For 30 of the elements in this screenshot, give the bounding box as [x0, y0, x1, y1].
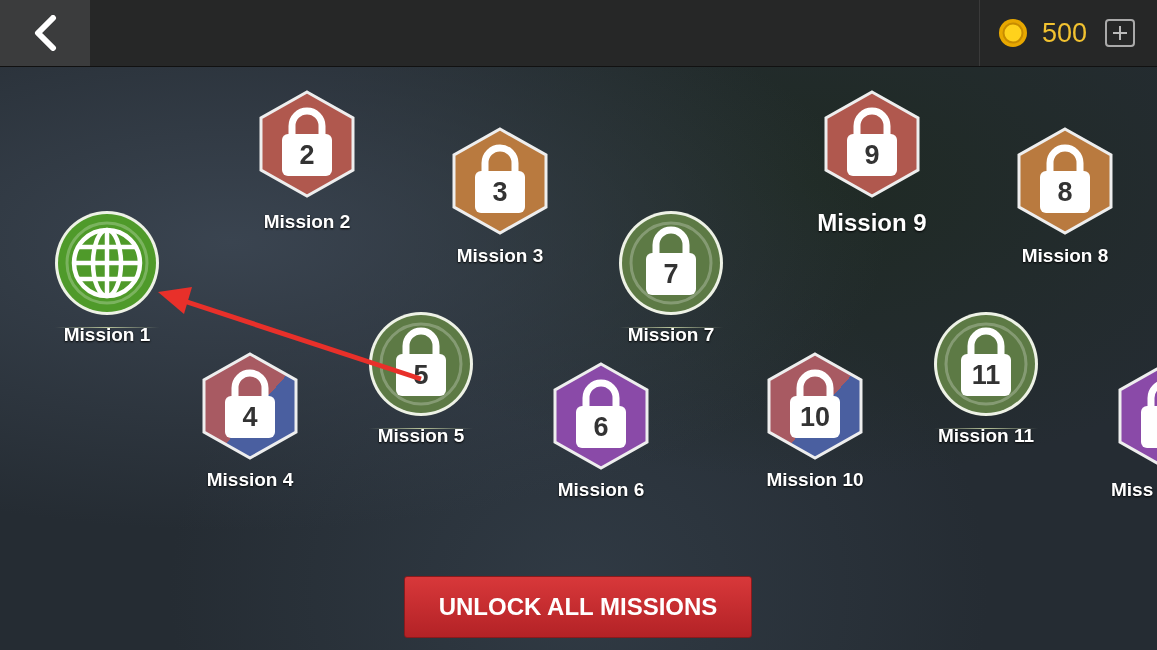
round-mission-badge[interactable] [53, 209, 161, 317]
mission-label: Mission 11 [937, 425, 1035, 447]
add-coins-button[interactable] [1105, 19, 1135, 47]
mission-number: 10 [798, 401, 831, 434]
mission-number: 5 [412, 359, 430, 392]
mission-label: Mission 6 [557, 479, 645, 501]
mission-number: 9 [863, 139, 881, 172]
mission-label: Mission 2 [263, 211, 351, 233]
mission-label: Mission 4 [206, 469, 294, 491]
mission-label: Mission 10 [766, 469, 864, 491]
mission-label: Mission 1 [63, 324, 151, 346]
mission-label: Mission 5 [377, 425, 465, 447]
back-chevron-icon [32, 15, 58, 51]
mission-label: Mission 7 [627, 324, 715, 346]
mission-number: 7 [662, 258, 680, 291]
unlock-all-missions-button[interactable]: UNLOCK ALL MISSIONS [404, 576, 752, 638]
mission-label: Miss [1111, 479, 1154, 501]
mission-number: 4 [241, 401, 259, 434]
coin-count: 500 [1041, 17, 1087, 49]
mission-label: Mission 9 [817, 209, 927, 237]
mission-number: 8 [1056, 176, 1074, 209]
back-button[interactable] [0, 0, 90, 66]
mission-number: 2 [298, 139, 316, 172]
coin-icon [997, 18, 1028, 48]
mission-number: 6 [592, 411, 610, 444]
mission-label: Mission 3 [456, 245, 544, 267]
plus-icon [1113, 26, 1127, 40]
mission-label: Mission 8 [1021, 245, 1109, 267]
mission-number: 11 [970, 359, 1002, 392]
mission-number: 3 [491, 176, 509, 209]
